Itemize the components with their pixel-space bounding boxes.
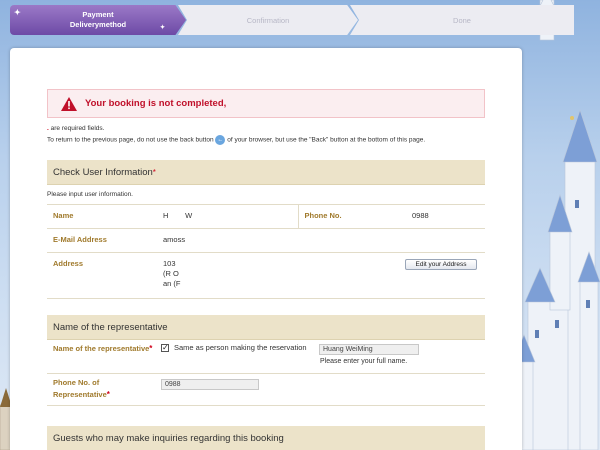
required-marker: * (152, 168, 156, 177)
phone-value: 0988 (406, 204, 485, 229)
section-subtitle: Please input user information. (47, 191, 133, 198)
back-button-note: To return to the previous page, do not u… (47, 135, 425, 145)
back-arrow-icon: ← (215, 135, 226, 145)
back-note-text-after: of your browser, but use the "Back" butt… (227, 136, 426, 144)
warning-icon (61, 96, 77, 111)
required-marker: * (149, 344, 153, 353)
same-as-reservation-label: Same as person making the reservation (174, 343, 307, 352)
edit-address-button[interactable]: Edit your Address (405, 259, 477, 270)
representative-name-row: Name of the representative* ✓ Same as pe… (47, 338, 485, 374)
required-fields-note: . are required fields. (47, 125, 104, 132)
label-text: Name of the representative (53, 344, 150, 353)
castle-illustration-right (512, 0, 600, 450)
section-title: Guests who may make inquiries regarding … (53, 433, 284, 444)
phone-label: Phone No. (297, 204, 406, 229)
address-line: an (F (163, 279, 181, 288)
address-line: (R O (163, 269, 179, 278)
same-as-reservation-checkbox[interactable]: ✓ (161, 344, 169, 352)
representative-phone-input[interactable]: 0988 (161, 379, 259, 390)
email-value: amoss (157, 228, 485, 253)
section-title: Check User Information (53, 167, 153, 178)
representative-section-header: Name of the representative (47, 315, 485, 340)
error-banner: Your booking is not completed, (47, 89, 485, 118)
step-payment: ✦ ✦ Payment Deliverymethod (10, 5, 186, 35)
step-label: Done (453, 15, 471, 25)
table-row: Name H W Phone No. 0988 (47, 204, 485, 229)
representative-name-label: Name of the representative* (53, 343, 153, 355)
booking-progress-bar: ✦ ✦ Payment Deliverymethod Confirmation … (10, 5, 580, 35)
user-info-table: Name H W Phone No. 0988 E-Mail Address a… (47, 204, 485, 299)
inquiries-section-header: Guests who may make inquiries regarding … (47, 426, 485, 450)
table-row: E-Mail Address amoss (47, 228, 485, 253)
back-note-text-before: To return to the previous page, do not u… (47, 136, 214, 144)
representative-phone-row: Phone No. of Representative* 0988 (47, 374, 485, 406)
address-label: Address (47, 252, 157, 299)
check-user-section-header: Check User Information* (47, 160, 485, 185)
step-label: Payment Deliverymethod (69, 10, 127, 29)
sparkle-icon: ✦ (160, 25, 166, 31)
required-marker: * (106, 390, 110, 399)
name-label: Name (47, 204, 157, 229)
section-title: Name of the representative (53, 322, 168, 333)
step-label: Confirmation (246, 15, 290, 25)
step-confirmation: Confirmation (178, 5, 358, 35)
table-row: Address 103 (R O an (F Edit your Address (47, 252, 485, 299)
booking-form-panel: Your booking is not completed, . are req… (10, 48, 522, 450)
step-done: Done (350, 5, 574, 35)
representative-phone-label: Phone No. of Representative* (53, 377, 153, 401)
email-label: E-Mail Address (47, 228, 157, 253)
name-hint: Please enter your full name. (320, 358, 408, 365)
required-marker: . (47, 125, 49, 132)
sparkle-icon: ✦ (14, 8, 21, 17)
label-text: Phone No. of Representative (53, 378, 107, 399)
required-note-text: are required fields. (50, 125, 105, 132)
error-message: Your booking is not completed, (85, 98, 227, 109)
representative-name-input[interactable]: Huang WeiMing (319, 344, 419, 355)
name-value: H W (157, 204, 298, 229)
address-value: 103 (R O an (F Edit your Address (157, 252, 485, 299)
